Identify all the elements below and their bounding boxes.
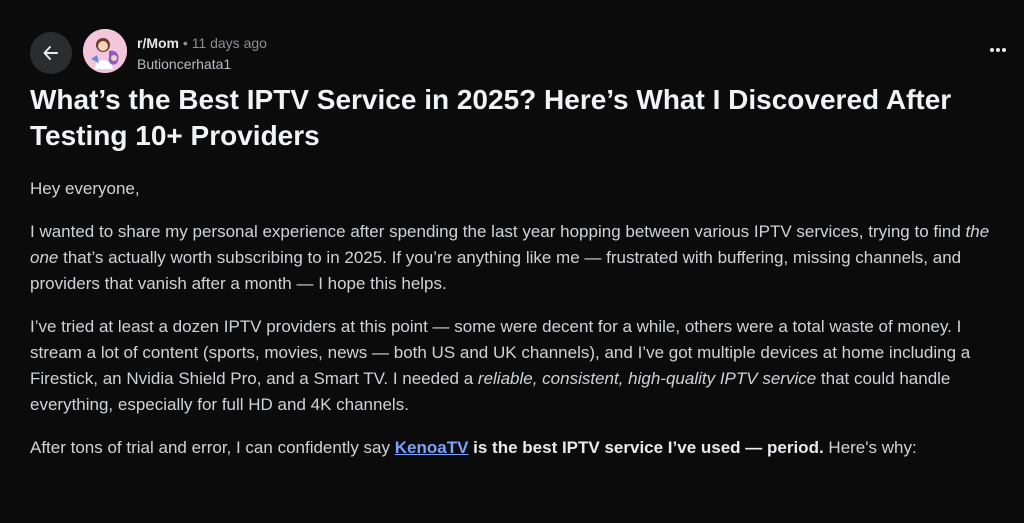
paragraph-text: Hey everyone, bbox=[30, 179, 140, 198]
post-meta: r/Mom • 11 days ago Butioncerhata1 bbox=[137, 34, 267, 73]
paragraph-text: After tons of trial and error, I can con… bbox=[30, 438, 395, 457]
subreddit-link[interactable]: r/Mom bbox=[137, 35, 179, 51]
post-body: Hey everyone, I wanted to share my perso… bbox=[30, 176, 1005, 478]
author-link[interactable]: Butioncerhata1 bbox=[137, 55, 267, 73]
paragraph-text: I wanted to share my personal experience… bbox=[30, 222, 966, 241]
bold-text: is the best IPTV service I’ve used — per… bbox=[468, 438, 824, 457]
post-paragraph: After tons of trial and error, I can con… bbox=[30, 435, 1005, 461]
post-header: r/Mom • 11 days ago Butioncerhata1 bbox=[30, 28, 1010, 78]
more-options-button[interactable] bbox=[986, 38, 1010, 62]
meta-separator: • bbox=[182, 35, 188, 51]
emphasis-text: reliable, consistent, high-quality IPTV … bbox=[477, 369, 817, 388]
subreddit-avatar-icon bbox=[83, 29, 127, 73]
paragraph-text: that’s actually worth subscribing to in … bbox=[30, 248, 962, 293]
paragraph-text: Here's why: bbox=[823, 438, 917, 457]
back-button[interactable] bbox=[30, 32, 72, 74]
post-paragraph: I wanted to share my personal experience… bbox=[30, 219, 1005, 297]
ellipsis-icon bbox=[990, 48, 1006, 52]
kenoatv-link[interactable]: KenoaTV bbox=[395, 438, 469, 457]
post-time: 11 days ago bbox=[191, 35, 267, 51]
post-title: What’s the Best IPTV Service in 2025? He… bbox=[30, 84, 952, 151]
post-paragraph: I’ve tried at least a dozen IPTV provide… bbox=[30, 314, 1005, 418]
arrow-left-icon bbox=[43, 46, 58, 60]
avatar[interactable] bbox=[83, 29, 127, 73]
post-paragraph: Hey everyone, bbox=[30, 176, 1005, 202]
